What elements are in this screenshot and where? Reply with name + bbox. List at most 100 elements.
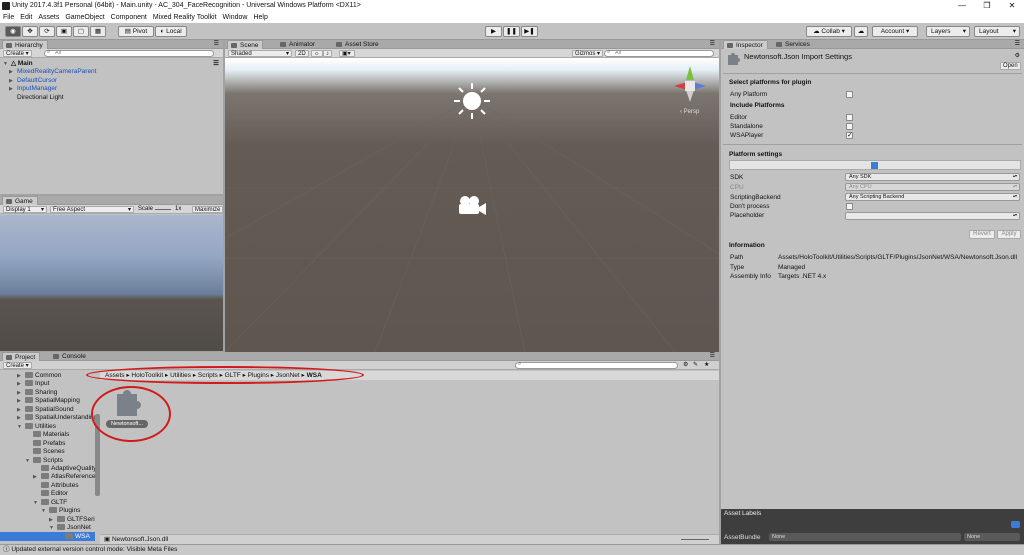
scale-tool-button[interactable]: ▣	[56, 26, 72, 37]
window-title: Unity 2017.4.3f1 Personal (64bit) - Main…	[12, 2, 361, 9]
panel-menu-icon[interactable]: ☰	[710, 40, 715, 47]
menu-assets[interactable]: Assets	[35, 12, 62, 23]
filter-by-label-icon[interactable]: ✎	[693, 361, 698, 368]
project-create-dropdown[interactable]: Create ▾	[3, 362, 32, 369]
collab-button[interactable]: ☁ Collab ▾	[806, 26, 852, 37]
project-search-input[interactable]	[515, 362, 678, 369]
pivot-toggle[interactable]: ▤ Pivot	[118, 26, 154, 37]
platform-standalone-checkbox[interactable]	[846, 123, 853, 130]
menu-bar: File Edit Assets GameObject Component Mixed R…	[0, 12, 1024, 23]
rotate-tool-button[interactable]: ⟳	[39, 26, 55, 37]
asset-bundle-variant-dropdown[interactable]: None	[964, 533, 1020, 541]
path-value: Assets/HoloToolkit/Utilities/Scripts/GLT…	[778, 254, 1018, 261]
move-tool-button[interactable]: ✥	[22, 26, 38, 37]
play-button[interactable]: ▶	[485, 26, 502, 37]
hierarchy-item[interactable]: ▶ InputManager	[0, 84, 223, 93]
tab-console[interactable]: Console	[50, 352, 90, 361]
dont-process-checkbox[interactable]	[846, 203, 853, 210]
game-viewport[interactable]	[0, 215, 223, 351]
folder-label: SpatialUnderstanding	[35, 414, 95, 422]
asset-labels-heading: Asset Labels	[724, 510, 762, 517]
icon-size-slider[interactable]	[681, 539, 709, 540]
scene-viewport[interactable]: ‹ Persp	[225, 58, 719, 352]
menu-mixed-reality-toolkit[interactable]: Mixed Reality Toolkit	[150, 12, 220, 23]
tab-animator[interactable]: Animator	[277, 40, 319, 49]
hierarchy-item[interactable]: ▶ MixedRealityCameraParent	[0, 67, 223, 76]
sdk-dropdown[interactable]: Any SDK	[845, 173, 1020, 181]
tab-game[interactable]: Game	[2, 196, 38, 205]
rect-tool-button[interactable]: ▢	[73, 26, 89, 37]
audio-toggle[interactable]: ♪	[323, 50, 332, 57]
placeholder-dropdown[interactable]	[845, 212, 1020, 220]
hierarchy-item[interactable]: Directional Light	[0, 93, 223, 102]
favorite-icon[interactable]: ★	[704, 361, 709, 368]
maximize-on-play-toggle[interactable]: Maximize O	[192, 206, 223, 213]
display-dropdown[interactable]: Display 1 ▾	[3, 206, 47, 213]
cpu-dropdown: Any CPU	[845, 183, 1020, 191]
folder-icon	[25, 380, 33, 387]
information-heading: Information	[729, 242, 765, 249]
platform-editor-checkbox[interactable]	[846, 114, 853, 121]
panel-menu-icon[interactable]: ☰	[1015, 40, 1020, 47]
annotation-ellipse	[91, 386, 171, 442]
tab-inspector[interactable]: Inspector	[723, 40, 768, 49]
shading-mode-dropdown[interactable]: Shaded ▾	[228, 50, 292, 57]
tab-project[interactable]: Project	[2, 352, 41, 361]
windows-logo-icon[interactable]	[871, 162, 878, 169]
tab-scene[interactable]: Scene	[227, 40, 264, 49]
tab-asset-store[interactable]: Asset Store	[333, 40, 383, 49]
platform-wsaplayer-checkbox[interactable]: ✓	[846, 132, 853, 139]
folder-tree-item[interactable]: WSA	[0, 531, 95, 541]
menu-component[interactable]: Component	[108, 12, 150, 23]
folder-icon	[33, 431, 41, 438]
layers-dropdown[interactable]: Layers ▾	[926, 26, 970, 37]
create-dropdown[interactable]: Create ▾	[3, 50, 32, 57]
scene-search-input[interactable]: All	[604, 50, 714, 57]
aspect-dropdown[interactable]: Free Aspect ▾	[50, 206, 134, 213]
hierarchy-icon	[6, 43, 12, 48]
menu-edit[interactable]: Edit	[17, 12, 35, 23]
settings-gear-icon[interactable]: ⚙	[1015, 52, 1020, 59]
lighting-toggle[interactable]: ☼	[311, 50, 323, 57]
asset-bundle-dropdown[interactable]: None	[769, 533, 961, 541]
hierarchy-search-input[interactable]: All	[44, 50, 214, 57]
camera-icon[interactable]	[456, 194, 488, 218]
cloud-services-button[interactable]: ☁	[854, 26, 868, 37]
platform-settings-heading: Platform settings	[729, 151, 783, 158]
orientation-gizmo-icon[interactable]	[670, 64, 710, 106]
local-toggle[interactable]: ◐ Local	[155, 26, 187, 37]
scripting-backend-dropdown[interactable]: Any Scripting Backend	[845, 193, 1020, 201]
gizmos-dropdown[interactable]: Gizmos ▾	[572, 50, 604, 57]
folder-label: Attributes	[51, 481, 79, 489]
scene-tab-icon	[231, 43, 237, 48]
step-button[interactable]: ▶❚	[521, 26, 538, 37]
filter-by-type-icon[interactable]: ⚙	[683, 361, 688, 368]
transform-tool-button[interactable]: ▦	[90, 26, 106, 37]
restore-button[interactable]: ❐	[975, 0, 999, 12]
menu-help[interactable]: Help	[250, 12, 270, 23]
apply-button[interactable]: Apply	[997, 230, 1021, 239]
minimize-button[interactable]: —	[950, 0, 974, 12]
hand-tool-button[interactable]: ◉	[5, 26, 21, 37]
effects-dropdown[interactable]: ▣▾	[339, 50, 355, 57]
directional-light-icon[interactable]	[452, 81, 492, 121]
any-platform-checkbox[interactable]	[846, 91, 853, 98]
menu-file[interactable]: File	[0, 12, 17, 23]
panel-menu-icon[interactable]: ☰	[214, 40, 219, 47]
pause-button[interactable]: ❚❚	[503, 26, 520, 37]
panel-menu-icon[interactable]: ☰	[710, 352, 715, 359]
open-button[interactable]: Open	[1000, 62, 1021, 70]
account-dropdown[interactable]: Account ▾	[872, 26, 918, 37]
menu-gameobject[interactable]: GameObject	[62, 12, 107, 23]
scale-slider[interactable]	[155, 209, 171, 210]
tab-hierarchy[interactable]: Hierarchy	[2, 40, 48, 49]
revert-button[interactable]: Revert	[969, 230, 995, 239]
close-button[interactable]: ✕	[1000, 0, 1024, 12]
layout-dropdown[interactable]: Layout ▾	[974, 26, 1020, 37]
folder-label: Sharing	[35, 388, 58, 396]
perspective-label[interactable]: ‹ Persp	[680, 109, 699, 115]
menu-window[interactable]: Window	[220, 12, 251, 23]
tab-services[interactable]: Services	[773, 40, 814, 49]
label-tag-icon[interactable]	[1011, 521, 1020, 528]
2d-toggle[interactable]: 2D	[295, 50, 309, 57]
